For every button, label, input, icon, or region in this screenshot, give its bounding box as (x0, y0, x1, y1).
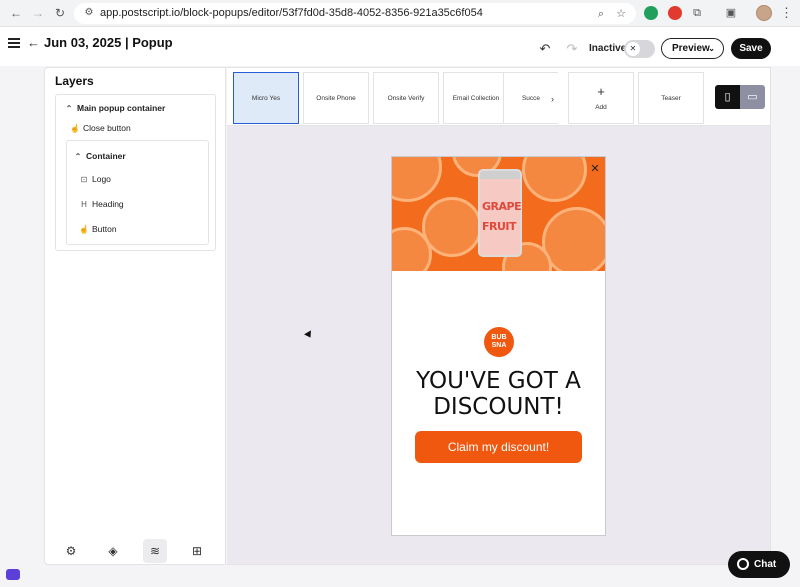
undo-icon[interactable]: ↶ (538, 41, 552, 57)
layer-label: Button (92, 224, 117, 234)
heading-icon: H (81, 200, 87, 209)
layer-label: Container (86, 151, 126, 161)
back-icon[interactable]: ← (8, 5, 24, 21)
preview-button-label: Preview (672, 43, 710, 54)
layers-title: Layers (55, 74, 94, 88)
redo-icon[interactable]: ↷ (565, 41, 579, 57)
url-text: app.postscript.io/block-popups/editor/53… (100, 7, 483, 19)
step-micro-yes[interactable]: Micro Yes (233, 72, 299, 124)
step-bar: Micro Yes Onsite Phone Onsite Verify Ema… (227, 68, 770, 126)
app-header: ← Jun 03, 2025 | Popup ↶ ↷ Inactive ✕ Pr… (0, 27, 800, 66)
layers-panel: Layers ⌃ Main popup container ☝ Close butt… (44, 67, 226, 565)
preview-button[interactable]: Preview ⌄ (661, 38, 724, 59)
can-text-grape: GRAPE (482, 200, 522, 213)
profile-avatar[interactable] (756, 5, 772, 21)
chat-label: Chat (754, 559, 777, 570)
layer-label: Close button (83, 123, 131, 133)
layer-logo[interactable]: ⊡ Logo (79, 174, 111, 184)
step-email-collection[interactable]: Email Collection (443, 72, 509, 124)
chevron-right-icon[interactable]: › (551, 94, 554, 104)
add-block-icon[interactable]: ⊞ (185, 539, 209, 563)
grapefruit-slice (522, 157, 587, 202)
step-teaser[interactable]: Teaser (638, 72, 704, 124)
panel-tab-bar: ⚙ ◈ ≋ ⊞ (45, 536, 225, 564)
hamburger-menu-icon[interactable] (8, 38, 20, 48)
device-toggle: ▯ ▭ (715, 85, 765, 109)
add-step-button[interactable]: + Add (568, 72, 634, 124)
bookmark-star-icon[interactable]: ☆ (614, 7, 628, 21)
layer-label: Heading (92, 199, 124, 209)
container-group: ⌃ Container ⊡ Logo H Heading ☝ Button (66, 140, 209, 245)
chat-button[interactable]: Chat (728, 551, 790, 578)
hero-image[interactable]: GRAPE FRUIT ✕ (392, 157, 605, 271)
plus-icon: + (597, 84, 605, 99)
can-lid (480, 171, 520, 179)
layer-label: Main popup container (77, 103, 166, 113)
support-widget-icon[interactable] (6, 569, 20, 580)
mobile-device-icon[interactable]: ▯ (715, 85, 740, 109)
page-title: Jun 03, 2025 | Popup (44, 35, 173, 50)
layer-container[interactable]: ⌃ Container (73, 151, 126, 161)
popup-preview[interactable]: GRAPE FRUIT ✕ BUB SNA YOU'VE GOT A DISCO… (391, 156, 606, 536)
layer-label: Logo (92, 174, 111, 184)
layer-button[interactable]: ☝ Button (79, 224, 117, 234)
back-arrow-icon[interactable]: ← (27, 35, 40, 50)
active-toggle[interactable]: ✕ (624, 40, 655, 58)
desktop-device-icon[interactable]: ▭ (740, 85, 765, 109)
extensions-puzzle-icon[interactable]: ⧉ (690, 6, 704, 20)
step-success[interactable]: Succe (503, 72, 558, 124)
zoom-icon[interactable]: ⌕ (594, 7, 608, 21)
can-text-fruit: FRUIT (482, 220, 517, 233)
chevron-up-icon[interactable]: ⌃ (64, 104, 74, 113)
step-onsite-verify[interactable]: Onsite Verify (373, 72, 439, 124)
pointer-icon: ☝ (70, 124, 80, 133)
browser-menu-icon[interactable]: ⋮ (780, 5, 793, 21)
popup-heading[interactable]: YOU'VE GOT A DISCOUNT! (392, 368, 605, 420)
settings-gear-icon[interactable]: ⚙ (59, 539, 83, 563)
grapefruit-slice (392, 157, 442, 202)
chevron-down-icon: ⌄ (708, 44, 715, 53)
close-icon[interactable]: ✕ (589, 162, 601, 175)
tab-search-icon[interactable]: ▣ (724, 6, 738, 20)
forward-icon[interactable]: → (30, 5, 46, 21)
site-settings-icon[interactable]: ⚙ (82, 6, 96, 20)
toggle-x-icon: ✕ (626, 42, 640, 56)
save-button[interactable]: Save (731, 38, 771, 59)
soda-can: GRAPE FRUIT (478, 169, 522, 257)
chevron-up-icon[interactable]: ⌃ (73, 152, 83, 161)
chat-bubble-icon (737, 558, 749, 570)
browser-toolbar: ← → ↻ ⚙ app.postscript.io/block-popups/e… (0, 0, 800, 27)
add-step-label: Add (595, 104, 607, 111)
status-label: Inactive (589, 43, 627, 54)
claim-discount-button[interactable]: Claim my discount! (415, 431, 582, 463)
layers-icon[interactable]: ≋ (143, 539, 167, 563)
extension-red-icon[interactable] (668, 6, 682, 20)
layer-main-popup-container[interactable]: ⌃ Main popup container (64, 103, 166, 113)
address-bar[interactable]: ⚙ app.postscript.io/block-popups/editor/… (74, 3, 636, 24)
layer-close-button[interactable]: ☝ Close button (70, 123, 131, 133)
image-icon: ⊡ (80, 175, 88, 184)
step-onsite-phone[interactable]: Onsite Phone (303, 72, 369, 124)
paint-bucket-icon[interactable]: ◈ (101, 539, 125, 563)
extension-green-icon[interactable] (644, 6, 658, 20)
brand-logo[interactable]: BUB SNA (484, 327, 514, 357)
reload-icon[interactable]: ↻ (52, 5, 68, 21)
layer-heading[interactable]: H Heading (79, 199, 124, 209)
layer-tree: ⌃ Main popup container ☝ Close button ⌃ Con… (55, 94, 216, 251)
pointer-icon: ☝ (79, 225, 89, 234)
